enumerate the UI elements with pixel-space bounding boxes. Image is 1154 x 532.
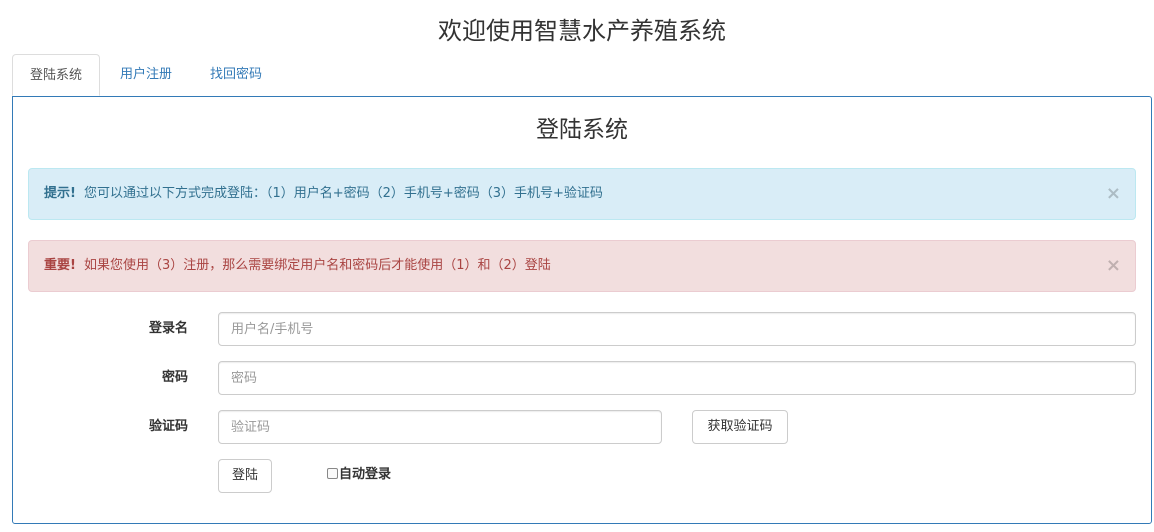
close-icon[interactable]: × xyxy=(1106,241,1121,291)
get-captcha-button[interactable]: 获取验证码 xyxy=(692,410,788,444)
danger-alert: 重要! 如果您使用（3）注册，那么需要绑定用户名和密码后才能使用（1）和（2）登陆… xyxy=(28,240,1136,292)
username-input[interactable] xyxy=(218,312,1136,346)
login-button[interactable]: 登陆 xyxy=(218,459,272,493)
auto-login-label[interactable]: 自动登录 xyxy=(339,467,391,483)
captcha-input[interactable] xyxy=(218,410,662,444)
info-alert: 提示! 您可以通过以下方式完成登陆：（1）用户名+密码（2）手机号+密码（3）手机… xyxy=(28,168,1136,220)
password-label: 密码 xyxy=(161,370,188,385)
login-panel: 登陆系统 提示! 您可以通过以下方式完成登陆：（1）用户名+密码（2）手机号+密码… xyxy=(12,96,1152,524)
danger-alert-text: 如果您使用（3）注册，那么需要绑定用户名和密码后才能使用（1）和（2）登陆 xyxy=(83,258,551,273)
danger-alert-strong: 重要! xyxy=(44,258,76,273)
info-alert-strong: 提示! xyxy=(44,186,76,201)
password-input[interactable] xyxy=(218,361,1136,395)
info-alert-text: 您可以通过以下方式完成登陆：（1）用户名+密码（2）手机号+密码（3）手机号+验… xyxy=(83,186,603,201)
username-label: 登录名 xyxy=(148,321,188,336)
captcha-label: 验证码 xyxy=(148,419,188,434)
panel-title: 登陆系统 xyxy=(536,117,628,143)
page-title: 欢迎使用智慧水产养殖系统 xyxy=(438,17,726,45)
tab-register[interactable]: 用户注册 xyxy=(102,54,190,96)
checkbox-icon[interactable] xyxy=(327,468,338,479)
tab-bar: 登陆系统 用户注册 找回密码 xyxy=(12,54,1152,96)
close-icon[interactable]: × xyxy=(1106,169,1121,219)
tab-recover-password[interactable]: 找回密码 xyxy=(192,54,280,96)
tab-login[interactable]: 登陆系统 xyxy=(12,54,100,96)
